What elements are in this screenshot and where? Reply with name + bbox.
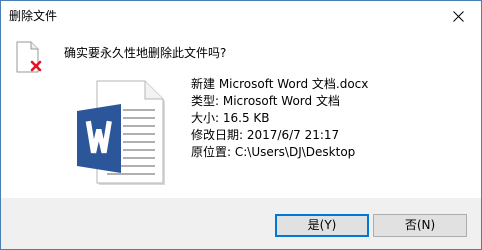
file-details: 新建 Microsoft Word 文档.docx 类型: Microsoft …	[191, 76, 368, 161]
file-size: 大小: 16.5 KB	[191, 111, 270, 125]
close-button[interactable]	[435, 1, 481, 32]
word-document-icon	[77, 80, 165, 185]
title-bar[interactable]: 删除文件	[1, 1, 481, 32]
file-type: 类型: Microsoft Word 文档	[191, 94, 340, 108]
button-bar: 是(Y) 否(N)	[1, 198, 481, 249]
confirm-question: 确实要永久性地删除此文件吗?	[64, 46, 227, 60]
window-title: 删除文件	[9, 9, 58, 23]
delete-file-icon	[16, 41, 42, 73]
yes-button[interactable]: 是(Y)	[275, 214, 369, 237]
file-name: 新建 Microsoft Word 文档.docx	[191, 77, 369, 91]
file-modified-date: 修改日期: 2017/6/7 21:17	[191, 128, 340, 142]
delete-file-dialog: 删除文件 确实要永久性地删除此文件吗? 新建 Microsoft Word 文档…	[0, 0, 482, 250]
file-original-location: 原位置: C:\Users\DJ\Desktop	[191, 145, 356, 159]
close-icon	[452, 11, 464, 22]
no-button[interactable]: 否(N)	[373, 214, 467, 237]
dialog-content: 确实要永久性地删除此文件吗? 新建 Microsoft Word 文档.docx…	[1, 32, 481, 198]
